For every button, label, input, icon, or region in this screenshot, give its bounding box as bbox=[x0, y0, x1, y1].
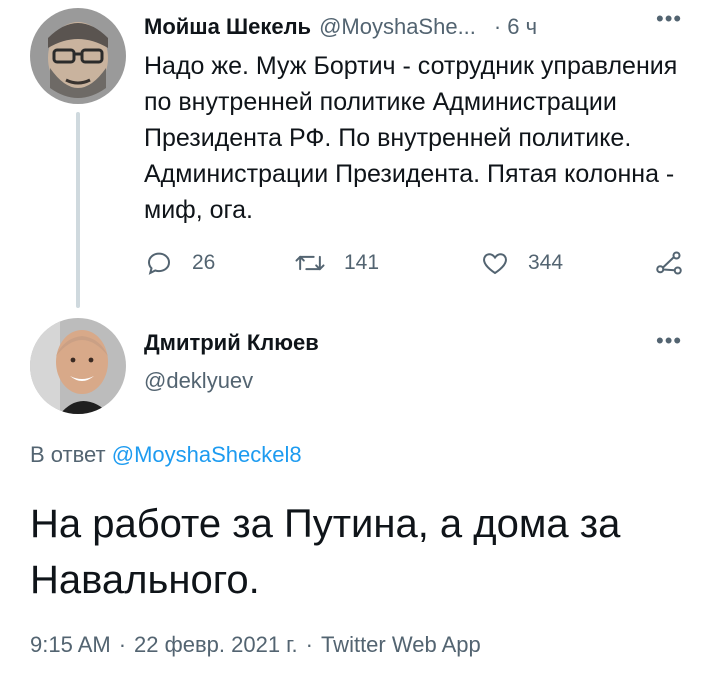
reply-count: 26 bbox=[192, 251, 216, 274]
tweet-time[interactable]: 6 ч bbox=[507, 14, 537, 40]
tweet-source[interactable]: Twitter Web App bbox=[321, 632, 481, 657]
avatar-deklyuev[interactable] bbox=[30, 318, 126, 414]
tweet-parent-header: Мойша Шекель @MoyshaShe... · 6 ч bbox=[144, 10, 704, 44]
separator-dot: · bbox=[118, 632, 127, 657]
tweet-actions: 26 141 344 bbox=[144, 248, 704, 282]
tweet-metadata: 9:15 AM · 22 февр. 2021 г. · Twitter Web App bbox=[30, 632, 481, 658]
author-handle[interactable]: @MoyshaShe... bbox=[319, 14, 476, 40]
reply-prefix: В ответ bbox=[30, 442, 106, 467]
author-name[interactable]: Мойша Шекель bbox=[144, 14, 311, 40]
thread-connector-line bbox=[76, 112, 80, 308]
like-count: 344 bbox=[528, 251, 564, 274]
separator-dot: · bbox=[493, 14, 502, 39]
share-button[interactable] bbox=[654, 248, 702, 278]
share-icon bbox=[656, 251, 682, 275]
reply-icon bbox=[147, 252, 171, 275]
more-horizontal-icon[interactable]: ••• bbox=[656, 330, 682, 352]
retweet-icon bbox=[295, 255, 325, 271]
tweet-parent-text: Надо же. Муж Бортич - сотрудник управлен… bbox=[144, 52, 678, 224]
avatar-moysha[interactable] bbox=[30, 8, 126, 104]
reply-mention-link[interactable]: @MoyshaSheckel8 bbox=[112, 442, 302, 467]
reply-context: В ответ @MoyshaSheckel8 bbox=[30, 442, 302, 468]
more-horizontal-icon[interactable]: ••• bbox=[656, 8, 682, 30]
heart-icon bbox=[483, 253, 507, 275]
retweet-button[interactable]: 141 bbox=[294, 248, 379, 278]
tweet-main-text: На работе за Путина, а дома за Навальног… bbox=[30, 502, 621, 602]
separator-dot: · bbox=[305, 632, 313, 657]
retweet-count: 141 bbox=[344, 251, 380, 274]
author-handle[interactable]: @deklyuev bbox=[144, 368, 253, 394]
tweet-time[interactable]: 9:15 AM bbox=[30, 632, 111, 657]
reply-button[interactable]: 26 bbox=[144, 248, 215, 278]
like-button[interactable]: 344 bbox=[480, 248, 563, 278]
author-name[interactable]: Дмитрий Клюев bbox=[144, 330, 319, 356]
tweet-date[interactable]: 22 февр. 2021 г. bbox=[134, 632, 298, 657]
